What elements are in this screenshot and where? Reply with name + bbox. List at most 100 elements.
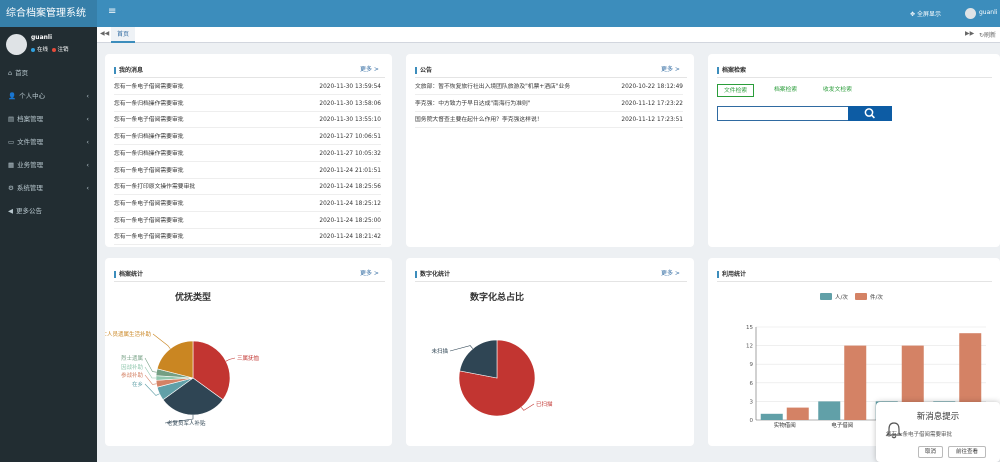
fullscreen-button[interactable]: ✥ 全屏显示: [910, 9, 941, 18]
sidebar-item-label: 首页: [15, 69, 29, 77]
divider: [114, 77, 385, 78]
list-item-date: 2020-11-24 18:25:00: [319, 217, 381, 224]
business-icon: ▦: [8, 161, 15, 169]
pie-label: 参战补助: [121, 371, 144, 379]
search-tab-archives[interactable]: 档案检索: [768, 84, 803, 97]
tab-home[interactable]: 首页: [111, 27, 136, 43]
sidebar-item-5[interactable]: ⚙ 系统管理 ‹: [0, 177, 97, 199]
list-item-date: 2020-11-27 10:06:51: [319, 134, 381, 141]
menu-toggle-icon[interactable]: ≡: [108, 7, 116, 17]
list-item-text: 您有一条归档操作需要审批: [114, 100, 184, 107]
list-item[interactable]: 您有一条电子借阅需要审批 2020-11-24 21:01:51: [114, 163, 381, 179]
notification-heading: 新消息提示: [916, 412, 960, 422]
search-input[interactable]: [717, 106, 848, 121]
announcements-more-link[interactable]: 更多 >: [661, 64, 680, 73]
sidebar-item-3[interactable]: ▭ 文件管理 ‹: [0, 131, 97, 153]
app-title[interactable]: 综合档案管理系统: [0, 0, 97, 27]
top-avatar[interactable]: [965, 8, 976, 19]
legend-label: 件/次: [870, 293, 883, 301]
refresh-button[interactable]: ↻刷新: [979, 30, 996, 39]
sidebar-item-6[interactable]: ◀ 更多公告: [0, 200, 97, 222]
tab-scroll-right-icon[interactable]: ▶▶: [965, 30, 974, 37]
megaphone-icon: ◀: [8, 207, 13, 215]
pie-label: 因公亡人员遗属生活补助: [105, 330, 151, 338]
list-item-text: 您有一条电子借阅需要审批: [114, 217, 184, 224]
chevron-left-icon: ‹: [86, 184, 89, 192]
list-item[interactable]: 您有一条电子借阅需要审批 2020-11-24 18:25:00: [114, 213, 381, 229]
divider: [717, 77, 992, 78]
list-item[interactable]: 您有一条电子借阅需要审批 2020-11-30 13:55:10: [114, 112, 381, 129]
home-icon: ⌂: [8, 69, 13, 77]
list-item[interactable]: 您有一条电子借阅需要审批 2020-11-24 18:25:12: [114, 196, 381, 212]
list-item-date: 2020-11-24 21:01:51: [319, 167, 381, 174]
list-item-date: 2020-11-24 18:21:42: [319, 234, 381, 241]
list-item-text: 李克强：中方致力于早日达成"南海行为准则": [415, 100, 531, 107]
notification-cancel-button[interactable]: 取消: [918, 446, 943, 458]
gear-icon: ⚙: [8, 184, 14, 192]
list-item-date: 2020-11-30 13:58:06: [319, 100, 381, 107]
bar[interactable]: [844, 345, 867, 420]
search-button[interactable]: [848, 106, 892, 121]
sidebar-item-label: 个人中心: [19, 92, 46, 100]
user-icon: 👤: [8, 92, 17, 100]
tab-scroll-left-icon[interactable]: ◀◀: [100, 30, 109, 37]
digitization-pie-chart: 数字化总占比已扫描 未扫描: [431, 291, 553, 417]
search-tab-files[interactable]: 文件检索: [717, 84, 755, 97]
bar[interactable]: [786, 407, 809, 420]
list-item-text: 您有一条电子借阅需要审批: [114, 117, 184, 124]
y-tick-label: 15: [746, 325, 753, 331]
list-item-text: 您有一条电子借阅需要审批: [114, 234, 184, 241]
messages-panel: 我的消息 更多 > 您有一条电子借阅需要审批 2020-11-30 13:59:5…: [105, 54, 392, 247]
list-item-text: 国务院大督查主要在起什么作用？李克强这样说！: [415, 117, 543, 124]
chevron-left-icon: ‹: [86, 138, 89, 146]
logout-link[interactable]: 注销: [58, 47, 69, 53]
pie-label: 已扫描: [536, 400, 553, 408]
bar[interactable]: [760, 413, 783, 420]
pie-label-line: [152, 333, 171, 349]
announcements-panel: 公告 更多 > 文旅部：暂不恢复旅行社出入境团队旅游及"机票+酒店"业务 2020…: [406, 54, 694, 247]
list-item[interactable]: 您有一条电子借阅需要审批 2020-11-24 18:21:42: [114, 229, 381, 246]
list-item[interactable]: 您有一条归档操作需要审批 2020-11-27 10:06:51: [114, 129, 381, 146]
bar[interactable]: [818, 401, 841, 420]
list-item[interactable]: 国务院大督查主要在起什么作用？李克强这样说！ 2020-11-12 17:23:5…: [415, 112, 683, 129]
search-tab-documents[interactable]: 收发文检索: [817, 84, 858, 97]
legend-label: 人/次: [835, 293, 848, 301]
x-tick-label: 实物借阅: [774, 421, 796, 429]
top-username[interactable]: guanli: [979, 9, 997, 16]
sidebar: guanli 在线 注销 ⌂ 首页 👤 个人中心 ‹ ▤ 档案管理 ‹ ▭ 文件管理 ‹ ▦ 业务管理 ‹…: [0, 27, 97, 462]
sidebar-item-label: 业务管理: [17, 161, 44, 169]
online-label: 在线: [37, 47, 49, 53]
x-tick-label: 电子借阅: [831, 421, 853, 429]
announcements-title: 公告: [415, 67, 432, 74]
list-item[interactable]: 您有一条打印原文操作需要审批 2020-11-24 18:25:56: [114, 179, 381, 196]
list-item-date: 2020-10-22 18:12:49: [621, 84, 683, 90]
list-item[interactable]: 文旅部：暂不恢复旅行社出入境团队旅游及"机票+酒店"业务 2020-10-22 1…: [415, 79, 683, 95]
search-panel: 档案检索 文件检索 档案检索 收发文检索: [708, 54, 1000, 247]
list-item-text: 文旅部：暂不恢复旅行社出入境团队旅游及"机票+酒店"业务: [415, 84, 571, 90]
sidebar-item-0[interactable]: ⌂ 首页: [0, 62, 97, 84]
list-item[interactable]: 您有一条电子借阅需要审批 2020-11-30 13:59:54: [114, 79, 381, 95]
list-item[interactable]: 李克强：中方致力于早日达成"南海行为准则" 2020-11-12 17:23:22: [415, 96, 683, 112]
legend-swatch[interactable]: [820, 293, 832, 300]
list-item-text: 您有一条归档操作需要审批: [114, 134, 184, 141]
list-item-date: 2020-11-24 18:25:12: [319, 200, 381, 207]
sidebar-item-label: 系统管理: [16, 184, 43, 192]
search-icon: [864, 108, 875, 119]
online-dot-icon: [31, 47, 35, 52]
pie-label: 在乡: [132, 380, 143, 388]
sidebar-item-4[interactable]: ▦ 业务管理 ‹: [0, 154, 97, 176]
file-icon: ▭: [8, 138, 15, 146]
sidebar-item-1[interactable]: 👤 个人中心 ‹: [0, 85, 97, 107]
notification-view-button[interactable]: 前往查看: [948, 446, 986, 458]
list-item[interactable]: 您有一条归档操作需要审批 2020-11-30 13:58:06: [114, 96, 381, 112]
expand-icon: ✥: [910, 11, 916, 18]
list-item-text: 您有一条打印原文操作需要审批: [114, 184, 196, 191]
sidebar-item-2[interactable]: ▤ 档案管理 ‹: [0, 108, 97, 130]
benefit-type-pie-chart: 优抚类型三属抚恤老复员军人补贴 在乡参战补助因战补助烈士遗属 因公亡人员遗属生活补助: [105, 291, 260, 427]
legend-swatch[interactable]: [855, 293, 867, 300]
chevron-left-icon: ‹: [86, 161, 89, 169]
messages-more-link[interactable]: 更多 >: [360, 64, 379, 73]
list-item[interactable]: 您有一条归档操作需要审批 2020-11-27 10:05:32: [114, 146, 381, 162]
pie-label: 老复员军人补贴: [167, 419, 206, 427]
top-bar: 综合档案管理系统 ≡ ✥ 全屏显示 guanli: [0, 0, 1000, 27]
